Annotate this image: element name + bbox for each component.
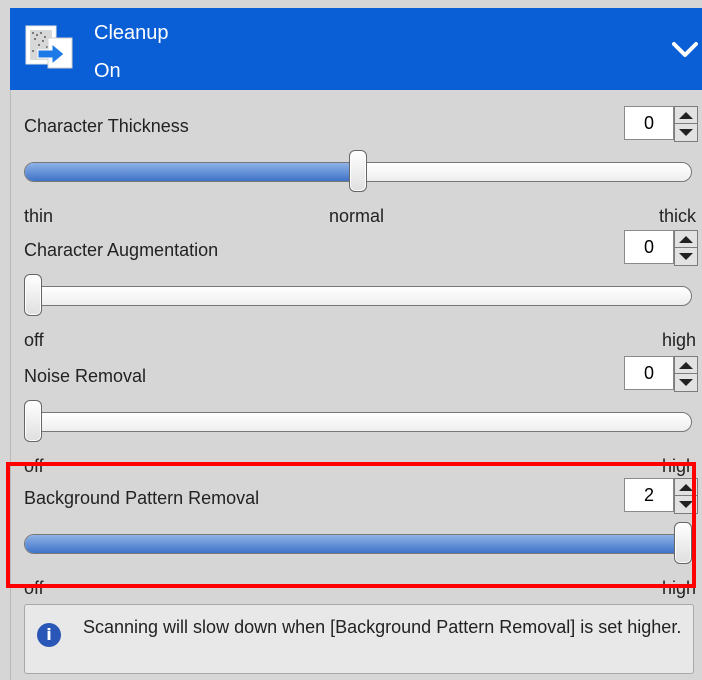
setting-label: Background Pattern Removal — [24, 488, 260, 508]
range-max-label: high — [661, 330, 696, 350]
cleanup-title: Cleanup — [94, 22, 169, 44]
slider-thumb[interactable] — [24, 274, 42, 316]
range-min-label: off — [24, 578, 44, 598]
range-min-label: thin — [24, 206, 54, 226]
info-icon: i — [37, 623, 61, 647]
setting-label: Noise Removal — [24, 366, 147, 386]
cleanup-document-icon — [25, 25, 73, 69]
cleanup-status: On — [94, 60, 121, 82]
noise-removal-slider[interactable] — [24, 412, 692, 432]
character-thickness-spinner[interactable]: 0 — [624, 106, 698, 142]
setting-character-thickness: Character Thickness 0 thin normal thick — [24, 106, 698, 226]
slider-thumb[interactable] — [674, 522, 692, 564]
noise-removal-spinner[interactable]: 0 — [624, 356, 698, 392]
setting-background-pattern-removal: Background Pattern Removal 2 off high — [24, 478, 698, 598]
spinner-value[interactable]: 2 — [624, 478, 674, 512]
info-note-text: Scanning will slow down when [Background… — [83, 617, 682, 637]
slider-thumb[interactable] — [24, 400, 42, 442]
cleanup-panel: Cleanup On Character Thickness 0 thin no… — [0, 0, 702, 680]
slider-fill — [25, 163, 359, 181]
spinner-arrows[interactable] — [674, 106, 698, 142]
info-note: i Scanning will slow down when [Backgrou… — [24, 604, 694, 674]
range-max-label: high — [661, 456, 696, 476]
range-max-label: thick — [658, 206, 696, 226]
spinner-value[interactable]: 0 — [624, 106, 674, 140]
range-min-label: off — [24, 456, 44, 476]
slider-fill — [25, 535, 691, 553]
range-max-label: high — [661, 578, 696, 598]
spinner-arrows[interactable] — [674, 478, 698, 514]
setting-label: Character Augmentation — [24, 240, 219, 260]
slider-thumb[interactable] — [349, 150, 367, 192]
setting-noise-removal: Noise Removal 0 off high — [24, 356, 698, 476]
range-min-label: off — [24, 330, 44, 350]
spinner-arrows[interactable] — [674, 230, 698, 266]
cleanup-header[interactable]: Cleanup On — [10, 8, 702, 90]
setting-label: Character Thickness — [24, 116, 189, 136]
spinner-value[interactable]: 0 — [624, 356, 674, 390]
background-pattern-removal-slider[interactable] — [24, 534, 692, 554]
setting-character-augmentation: Character Augmentation 0 off high — [24, 230, 698, 350]
character-augmentation-spinner[interactable]: 0 — [624, 230, 698, 266]
spinner-value[interactable]: 0 — [624, 230, 674, 264]
background-pattern-removal-spinner[interactable]: 2 — [624, 478, 698, 514]
chevron-down-icon[interactable] — [668, 32, 702, 66]
spinner-arrows[interactable] — [674, 356, 698, 392]
range-mid-label: normal — [329, 206, 385, 226]
character-augmentation-slider[interactable] — [24, 286, 692, 306]
